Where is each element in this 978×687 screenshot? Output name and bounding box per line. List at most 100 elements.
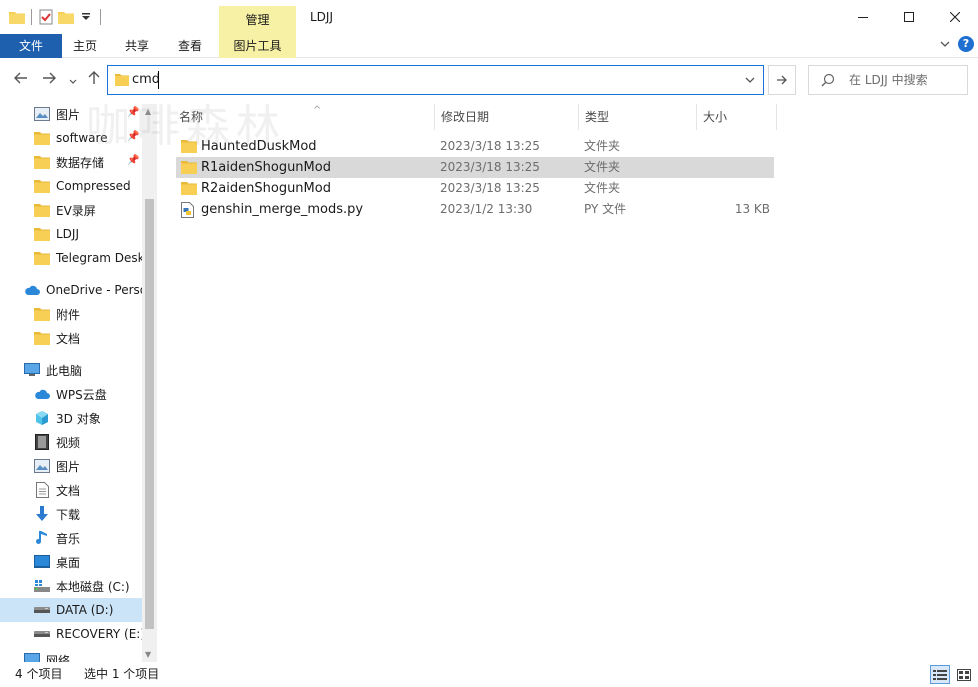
nav-item-pc[interactable]: 3D 对象 xyxy=(0,406,142,430)
close-icon xyxy=(950,12,960,22)
navigation-pane: 图片 📌 software 📌 数据存储 📌 Compressed EV录屏 LDJJ Teleg… xyxy=(0,104,157,662)
nav-item-pc[interactable]: 本地磁盘 (C:) xyxy=(0,574,142,598)
ribbon-tabs: 文件 主页 共享 查看 图片工具 ? xyxy=(0,34,978,58)
properties-icon[interactable] xyxy=(37,7,55,27)
column-header-name[interactable]: 名称 ^ xyxy=(173,104,435,130)
nav-item-label: 网络 xyxy=(46,653,71,663)
video-icon xyxy=(34,434,50,450)
nav-item-label: 图片 xyxy=(56,107,81,122)
folder-icon xyxy=(34,306,50,322)
up-button[interactable] xyxy=(85,70,103,90)
nav-item-label: WPS云盘 xyxy=(56,387,107,402)
folder-icon xyxy=(34,130,50,146)
scroll-up-icon[interactable]: ▲ xyxy=(145,107,151,116)
address-input[interactable]: cmd xyxy=(132,66,160,94)
nav-item-pc[interactable]: 下载 xyxy=(0,502,142,526)
folder-icon xyxy=(34,178,50,194)
file-name: R2aidenShogunMod xyxy=(201,181,331,196)
nav-item-onedrive[interactable]: OneDrive - Personal xyxy=(0,278,142,302)
nav-item-quick-access[interactable]: Compressed xyxy=(0,174,142,198)
nav-item-label: EV录屏 xyxy=(56,203,96,218)
help-icon[interactable]: ? xyxy=(958,36,974,52)
details-view-button[interactable] xyxy=(930,665,950,684)
folder-icon xyxy=(34,330,50,346)
maximize-icon xyxy=(904,12,914,22)
nav-item-quick-access[interactable]: Telegram Desktop xyxy=(0,246,142,270)
nav-item-quick-access[interactable]: LDJJ xyxy=(0,222,142,246)
search-box[interactable]: 在 LDJJ 中搜索 xyxy=(808,65,968,95)
nav-item-network[interactable]: 网络 xyxy=(0,648,142,662)
back-button[interactable] xyxy=(12,70,30,90)
customize-toolbar-icon[interactable] xyxy=(77,7,95,27)
file-name: R1aidenShogunMod xyxy=(201,160,331,175)
file-date: 2023/3/18 13:25 xyxy=(440,139,540,153)
window-title: LDJJ xyxy=(310,10,334,24)
file-row[interactable]: R1aidenShogunMod 2023/3/18 13:25 文件夹 xyxy=(176,157,774,178)
new-folder-icon[interactable] xyxy=(57,7,75,27)
nav-item-onedrive-folder[interactable]: 附件 xyxy=(0,302,142,326)
pin-icon: 📌 xyxy=(127,155,140,166)
go-button[interactable] xyxy=(768,65,796,95)
nav-item-this-pc[interactable]: 此电脑 xyxy=(0,358,142,382)
nav-item-quick-access[interactable]: 图片 📌 xyxy=(0,104,142,126)
search-placeholder: 在 LDJJ 中搜索 xyxy=(849,73,928,87)
sort-ascending-icon: ^ xyxy=(313,105,322,116)
navigation-bar: cmd 在 LDJJ 中搜索 xyxy=(0,58,978,104)
nav-item-pc[interactable]: RECOVERY (E:) xyxy=(0,622,142,646)
file-name: genshin_merge_mods.py xyxy=(201,202,364,217)
column-header-date[interactable]: 修改日期 xyxy=(435,104,579,130)
nav-item-onedrive-folder[interactable]: 文档 xyxy=(0,326,142,350)
tab-picture-tools[interactable]: 图片工具 xyxy=(219,34,296,58)
address-dropdown-icon[interactable] xyxy=(745,73,755,87)
drive-icon xyxy=(34,602,50,618)
nav-item-label: 3D 对象 xyxy=(56,411,101,426)
item-count: 4 个项目 xyxy=(15,667,63,681)
file-date: 2023/1/2 13:30 xyxy=(440,202,533,216)
nav-item-pc[interactable]: DATA (D:) xyxy=(0,598,142,622)
desktop-icon xyxy=(34,554,50,570)
expand-ribbon-icon[interactable] xyxy=(940,37,950,51)
scrollbar-thumb[interactable] xyxy=(145,199,154,629)
nav-item-label: 数据存储 xyxy=(56,155,105,170)
nav-scrollbar[interactable]: ▲ ▼ xyxy=(142,104,157,662)
file-row[interactable]: HauntedDuskMod 2023/3/18 13:25 文件夹 xyxy=(176,136,774,157)
nav-item-pc[interactable]: 桌面 xyxy=(0,550,142,574)
nav-item-quick-access[interactable]: EV录屏 xyxy=(0,198,142,222)
column-header-label: 名称 xyxy=(179,110,204,124)
maximize-button[interactable] xyxy=(886,0,932,34)
scroll-down-icon[interactable]: ▼ xyxy=(145,650,151,659)
large-icons-view-button[interactable] xyxy=(954,665,974,684)
nav-item-pc[interactable]: 音乐 xyxy=(0,526,142,550)
nav-item-label: Telegram Desktop xyxy=(56,251,142,265)
minimize-button[interactable] xyxy=(840,0,886,34)
close-button[interactable] xyxy=(932,0,978,34)
nav-item-label: 文档 xyxy=(56,483,81,498)
file-row[interactable]: R2aidenShogunMod 2023/3/18 13:25 文件夹 xyxy=(176,178,774,199)
tab-share[interactable]: 共享 xyxy=(114,34,160,58)
folder-icon xyxy=(34,154,50,170)
music-icon xyxy=(34,530,50,546)
column-header-size[interactable]: 大小 xyxy=(697,104,777,130)
nav-item-pc[interactable]: 文档 xyxy=(0,478,142,502)
file-size: 13 KB xyxy=(734,202,770,216)
file-type: PY 文件 xyxy=(584,202,627,216)
tab-file[interactable]: 文件 xyxy=(0,34,62,58)
forward-button[interactable] xyxy=(40,70,58,90)
address-bar[interactable]: cmd xyxy=(107,65,764,95)
recent-locations-button[interactable] xyxy=(64,70,82,90)
nav-item-label: 下载 xyxy=(56,507,81,522)
tab-home[interactable]: 主页 xyxy=(62,34,108,58)
nav-item-pc[interactable]: 视频 xyxy=(0,430,142,454)
column-header-type[interactable]: 类型 xyxy=(579,104,697,130)
file-row[interactable]: genshin_merge_mods.py 2023/1/2 13:30 PY 文件… xyxy=(176,199,774,220)
minimize-icon xyxy=(858,17,868,18)
nav-item-quick-access[interactable]: software 📌 xyxy=(0,126,142,150)
tab-view[interactable]: 查看 xyxy=(167,34,213,58)
nav-item-label: 本地磁盘 (C:) xyxy=(56,579,130,594)
nav-item-label: RECOVERY (E:) xyxy=(56,627,142,641)
nav-item-label: 桌面 xyxy=(56,555,81,570)
nav-item-quick-access[interactable]: 数据存储 📌 xyxy=(0,150,142,174)
nav-item-pc[interactable]: WPS云盘 xyxy=(0,382,142,406)
details-view-icon xyxy=(933,669,947,680)
nav-item-pc[interactable]: 图片 xyxy=(0,454,142,478)
